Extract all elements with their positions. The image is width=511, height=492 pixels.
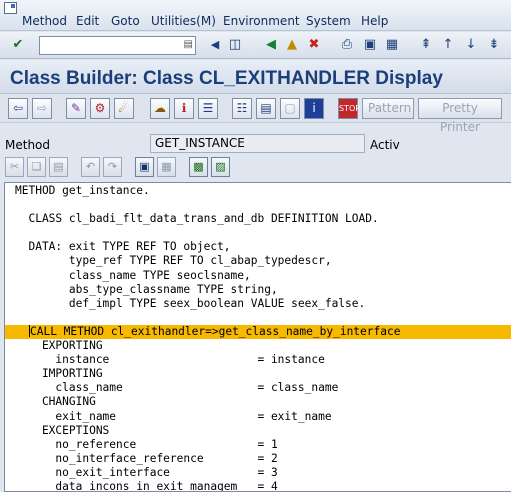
search-icon[interactable]: ▣ <box>135 157 154 177</box>
abap-code-editor[interactable]: METHOD get_instance. CLASS cl_badi_flt_d… <box>4 182 511 492</box>
hierarchy-icon[interactable]: ☷ <box>232 98 252 119</box>
check-icon[interactable]: ⚙ <box>90 98 110 119</box>
back-icon[interactable]: ◀ <box>262 36 280 54</box>
insert-block-icon[interactable]: ▩ <box>189 157 208 177</box>
first-page-icon[interactable]: ⇞ <box>417 36 435 54</box>
method-label: Method <box>5 138 51 152</box>
page-title: Class Builder: Class CL_EXITHANDLER Disp… <box>10 68 443 89</box>
code-line[interactable]: no_reference = 1 <box>5 438 511 452</box>
activation-status: Activ <box>370 138 400 152</box>
code-line[interactable]: class_name = class_name <box>5 381 511 395</box>
title-bar: Class Builder: Class CL_EXITHANDLER Disp… <box>0 60 511 94</box>
code-line-current[interactable]: CALL METHOD cl_exithandler=>get_class_na… <box>5 324 511 340</box>
menu-help[interactable]: Help <box>361 14 388 28</box>
code-line[interactable]: type_ref TYPE REF TO cl_abap_typedescr, <box>5 254 511 268</box>
code-line[interactable]: abs_type_classname TYPE string, <box>5 283 511 297</box>
export-block-icon[interactable]: ▨ <box>211 157 230 177</box>
cut-icon[interactable]: ✂ <box>5 157 24 177</box>
menu-bar: Method Edit Goto Utilities(M) Environmen… <box>0 0 511 31</box>
save-icon[interactable]: ◫ <box>226 36 244 54</box>
code-line[interactable]: no_exit_interface = 3 <box>5 466 511 480</box>
command-field[interactable]: ▤ <box>39 36 196 55</box>
code-line-text: CALL METHOD cl_exithandler=>get_class_na… <box>30 324 401 338</box>
search-next-icon[interactable]: ▦ <box>157 157 176 177</box>
code-line[interactable]: METHOD get_instance. <box>5 184 511 198</box>
code-line[interactable]: EXCEPTIONS <box>5 424 511 438</box>
code-line[interactable] <box>5 311 511 325</box>
undo-icon[interactable]: ↶ <box>81 157 100 177</box>
application-toolbar: ⇦ ⇨ ✎ ⚙ ☄ ☁ ℹ ☰ ☷ ▤ ▢ i STOP Pattern Pre… <box>0 95 511 134</box>
method-name-field[interactable]: GET_INSTANCE <box>150 134 365 153</box>
menu-utilities[interactable]: Utilities(M) <box>151 14 216 28</box>
info-marker-icon[interactable]: ℹ <box>174 98 194 119</box>
pattern-button[interactable]: Pattern <box>362 98 414 119</box>
copy-icon[interactable]: ❏ <box>27 157 46 177</box>
sap-gui-window: Method Edit Goto Utilities(M) Environmen… <box>0 0 511 492</box>
code-line[interactable]: instance = instance <box>5 353 511 367</box>
menu-goto[interactable]: Goto <box>111 14 140 28</box>
code-line[interactable]: DATA: exit TYPE REF TO object, <box>5 240 511 254</box>
code-line[interactable]: class_name TYPE seoclsname, <box>5 269 511 283</box>
enter-icon[interactable]: ✔ <box>9 36 27 54</box>
code-line[interactable]: IMPORTING <box>5 367 511 381</box>
activate-icon[interactable]: ☄ <box>114 98 134 119</box>
code-line[interactable] <box>5 198 511 212</box>
code-line[interactable]: EXPORTING <box>5 339 511 353</box>
exit-icon[interactable]: ▲ <box>283 36 301 54</box>
stop-icon[interactable]: STOP <box>338 98 360 119</box>
code-line[interactable]: CLASS cl_badi_flt_data_trans_and_db DEFI… <box>5 212 511 226</box>
print-icon[interactable]: ⎙ <box>338 36 356 54</box>
next-page-icon[interactable]: ↓ <box>462 36 480 54</box>
system-menu-icon[interactable] <box>4 2 17 14</box>
window-icon[interactable]: ▢ <box>280 98 300 119</box>
menu-method[interactable]: Method <box>22 14 67 28</box>
stack-icon[interactable]: ▤ <box>256 98 276 119</box>
redo-icon[interactable]: ↷ <box>103 157 122 177</box>
editor-toolbar: ✂ ❏ ▤ ↶ ↷ ▣ ▦ ▩ ▨ <box>0 156 511 180</box>
code-line[interactable]: CHANGING <box>5 395 511 409</box>
back-arrow-icon[interactable]: ⇦ <box>8 98 28 119</box>
code-line[interactable] <box>5 226 511 240</box>
standard-toolbar: ✔ ▤ ◀ ◫ ◀ ▲ ✖ ⎙ ▣ ▦ ⇞ ↑ ↓ ⇟ <box>0 32 511 59</box>
menu-edit[interactable]: Edit <box>76 14 99 28</box>
menu-system[interactable]: System <box>306 14 351 28</box>
code-line[interactable]: def_impl TYPE seex_boolean VALUE seex_fa… <box>5 297 511 311</box>
info-icon[interactable]: i <box>304 98 324 119</box>
collapse-left-icon[interactable]: ◀ <box>206 36 224 54</box>
code-line[interactable]: no_interface_reference = 2 <box>5 452 511 466</box>
last-page-icon[interactable]: ⇟ <box>485 36 503 54</box>
forward-arrow-icon[interactable]: ⇨ <box>32 98 52 119</box>
pretty-printer-button[interactable]: Pretty Printer <box>418 98 502 134</box>
command-history-icon[interactable]: ▤ <box>184 39 193 50</box>
display-change-icon[interactable]: ✎ <box>66 98 86 119</box>
paste-icon[interactable]: ▤ <box>49 157 68 177</box>
previous-page-icon[interactable]: ↑ <box>439 36 457 54</box>
find-icon[interactable]: ▣ <box>361 36 379 54</box>
menu-environment[interactable]: Environment <box>223 14 300 28</box>
find-next-icon[interactable]: ▦ <box>383 36 401 54</box>
code-line[interactable]: data_incons_in_exit_managem = 4 <box>5 480 511 491</box>
code-line[interactable]: exit_name = exit_name <box>5 410 511 424</box>
code-lines: METHOD get_instance. CLASS cl_badi_flt_d… <box>5 184 511 491</box>
method-row: Method GET_INSTANCE Activ <box>0 130 511 154</box>
object-list-icon[interactable]: ☰ <box>198 98 218 119</box>
cancel-icon[interactable]: ✖ <box>305 36 323 54</box>
where-used-icon[interactable]: ☁ <box>150 98 170 119</box>
